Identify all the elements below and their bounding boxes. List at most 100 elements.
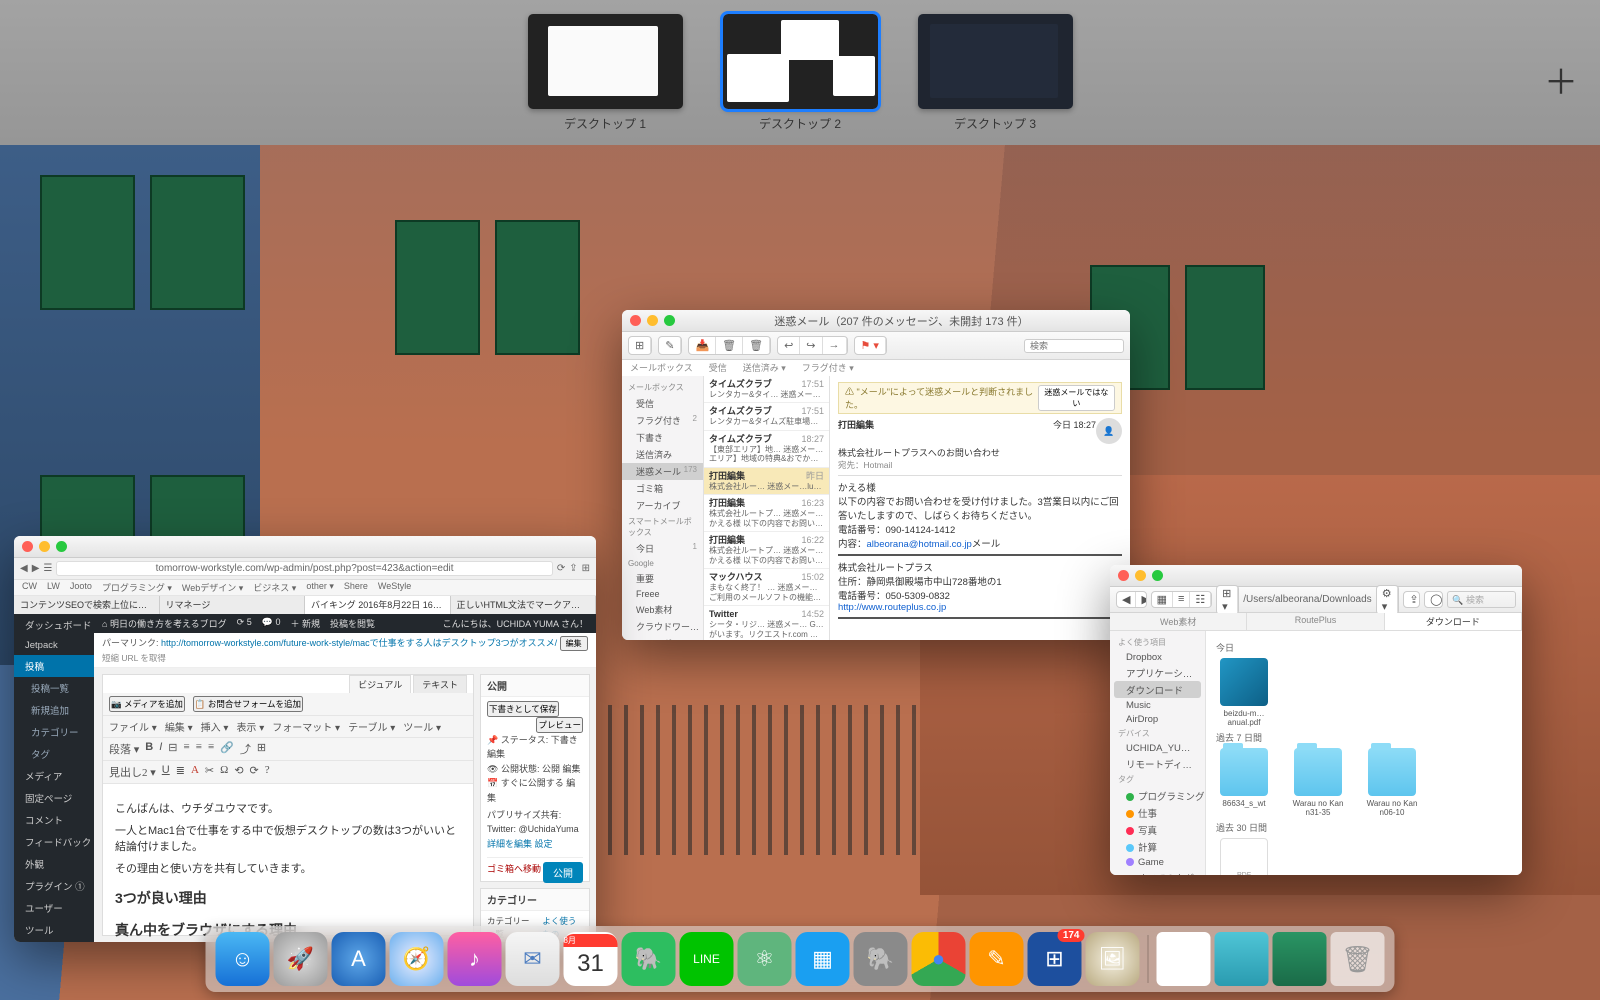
mail-titlebar[interactable]: 迷惑メール（207 件のメッセージ、未開封 173 件） xyxy=(622,310,1130,332)
dock-app-chrome[interactable]: ● xyxy=(912,932,966,986)
wp-sidebar-item[interactable]: フィードバック xyxy=(14,831,94,853)
editor-tab-text[interactable]: テキスト xyxy=(413,675,467,693)
wp-sidebar-item[interactable]: 投稿一覧 xyxy=(14,677,94,699)
permalink-edit-button[interactable]: 編集 xyxy=(560,636,588,651)
mailbox-item[interactable]: 送信済み xyxy=(622,446,703,463)
close-icon[interactable] xyxy=(630,315,641,326)
add-form-button[interactable]: 📋 お問合せフォームを追加 xyxy=(193,696,303,712)
dock-app-itunes[interactable]: ♪ xyxy=(448,932,502,986)
dock-app-line[interactable]: LINE xyxy=(680,932,734,986)
mail-scope-sent[interactable]: 送信済み ▾ xyxy=(743,361,786,375)
mailbox-item[interactable]: Web素材 xyxy=(622,601,703,618)
mail-get-button[interactable]: ⊞ xyxy=(628,336,652,355)
dock-app-mail[interactable]: ✉ xyxy=(506,932,560,986)
bookmark-bar[interactable]: CWLWJootoプログラミング ▾Webデザイン ▾ビジネス ▾other ▾… xyxy=(14,580,596,596)
finder-tag-item[interactable]: 写真 xyxy=(1110,821,1205,838)
dock-app-mamp[interactable]: 🐘 xyxy=(854,932,908,986)
finder-sidebar-item[interactable]: ダウンロード xyxy=(1114,681,1201,698)
zoom-icon[interactable] xyxy=(664,315,675,326)
desktop-thumb-2[interactable]: デスクトップ 2 xyxy=(723,14,878,132)
finder-tags-button[interactable]: ◯ xyxy=(1424,591,1443,608)
bookmark-item[interactable]: Webデザイン ▾ xyxy=(182,581,243,594)
preview-button[interactable]: プレビュー xyxy=(536,717,583,733)
forward-icon[interactable]: ▶ xyxy=(32,563,40,574)
trash-link[interactable]: ゴミ箱へ移動 xyxy=(487,864,541,874)
dock-app-edge-app[interactable]: ⊞174 xyxy=(1028,932,1082,986)
wp-sidebar-item[interactable]: コメント xyxy=(14,809,94,831)
mail-scope-inbox[interactable]: 受信 xyxy=(709,361,727,375)
wp-sidebar-item[interactable]: プラグイン ① xyxy=(14,875,94,897)
mailbox-item[interactable]: Freee xyxy=(622,587,703,601)
finder-sidebar-item[interactable]: UCHIDA_YU… xyxy=(1110,741,1205,755)
finder-action-button[interactable]: ⚙ ▾ xyxy=(1376,585,1400,615)
bookmark-item[interactable]: LW xyxy=(47,581,60,594)
mailbox-item[interactable]: メルマガ xyxy=(622,635,703,640)
wp-sidebar-item[interactable]: ユーザー xyxy=(14,897,94,919)
zoom-icon[interactable] xyxy=(1152,570,1163,581)
dock-app-evernote[interactable]: 🐘 xyxy=(622,932,676,986)
browser-tab[interactable]: リマネージ xyxy=(160,596,306,614)
minimize-icon[interactable] xyxy=(39,541,50,552)
editor-menu[interactable]: 表示 ▾ xyxy=(236,719,264,734)
mail-message-row[interactable]: Twitter14:52 シータ・リジ… 迷惑メー… Googleがいます。リク… xyxy=(704,606,829,640)
publish-button[interactable]: 公開 xyxy=(543,862,583,883)
finder-file[interactable]: Warau no Kan n06-10 xyxy=(1364,748,1420,817)
mail-flag-button[interactable]: ⚑ ▾ xyxy=(854,336,887,355)
finder-tag-item[interactable]: 計算 xyxy=(1110,838,1205,855)
finder-sidebar-item[interactable]: Music xyxy=(1110,698,1205,712)
wp-sidebar-item[interactable]: ツール xyxy=(14,919,94,941)
finder-sidebar-item[interactable]: リモートディ… xyxy=(1110,755,1205,772)
editor-menu[interactable]: 編集 ▾ xyxy=(165,719,193,734)
dock-item-doc1[interactable] xyxy=(1157,932,1211,986)
mail-search-input[interactable] xyxy=(1024,339,1124,353)
finder-main[interactable]: 今日 beizdu-m…anual.pdf 過去 7 日間 86634_s_wt… xyxy=(1206,631,1522,875)
dock-app-keynote[interactable]: ▦ xyxy=(796,932,850,986)
editor-menu[interactable]: テーブル ▾ xyxy=(348,719,395,734)
dock-app-calendar[interactable]: 8月31 xyxy=(564,932,618,986)
share-icon[interactable]: ⇪ xyxy=(569,563,577,574)
dock-item-trash[interactable]: 🗑 xyxy=(1331,932,1385,986)
mail-archive-buttons[interactable]: 📥🗑🗑 xyxy=(688,336,771,355)
mailbox-item[interactable]: 下書き xyxy=(622,429,703,446)
browser-tab[interactable]: バイキング 2016年8月22日 160822 - Y… xyxy=(305,596,451,614)
reload-icon[interactable]: ⟳ xyxy=(557,563,565,574)
bookmark-item[interactable]: ビジネス ▾ xyxy=(253,581,296,594)
browser-tab[interactable]: 正しいHTML文法でマークアップ｜見出しタグ… xyxy=(451,596,597,614)
wp-sidebar-item[interactable]: 投稿 xyxy=(14,655,94,677)
finder-tag-item[interactable]: 仕事 xyxy=(1110,804,1205,821)
not-junk-button[interactable]: 迷惑メールではない xyxy=(1038,385,1115,411)
mailbox-item[interactable]: ゴミ箱 xyxy=(622,480,703,497)
wp-sidebar-item[interactable]: ダッシュボード xyxy=(14,614,94,636)
mail-message-row[interactable]: 打田編集16:23 株式会社ルートプ… 迷惑メー…lue.co.jpかえる様 以… xyxy=(704,495,829,532)
finder-tab-1[interactable]: Web素材 xyxy=(1110,613,1247,630)
wp-sidebar-item[interactable]: 新規追加 xyxy=(14,699,94,721)
save-draft-button[interactable]: 下書きとして保存 xyxy=(487,701,559,717)
minimize-icon[interactable] xyxy=(647,315,658,326)
desktop-thumb-3[interactable]: デスクトップ 3 xyxy=(918,14,1073,132)
browser-tab[interactable]: コンテンツSEOで検索上位にあったコンテン… xyxy=(14,596,160,614)
finder-sidebar-item[interactable]: アプリケーシ… xyxy=(1110,664,1205,681)
finder-tag-item[interactable]: プログラミング xyxy=(1110,787,1205,804)
wp-sidebar-item[interactable]: メディア xyxy=(14,765,94,787)
bookmark-item[interactable]: Shere xyxy=(344,581,368,594)
dock-app-preview[interactable]: 🖼 xyxy=(1086,932,1140,986)
dock-item-doc2[interactable] xyxy=(1215,932,1269,986)
back-icon[interactable]: ◀ xyxy=(20,563,28,574)
finder-share-button[interactable]: ⇪ xyxy=(1403,591,1420,608)
browser-titlebar[interactable] xyxy=(14,536,596,558)
editor-format-bar-2[interactable]: 見出し2 ▾U≣A✂Ω⟲⟳? xyxy=(103,761,473,784)
finder-file[interactable]: Warau no Kan n31-35 xyxy=(1290,748,1346,817)
mail-message-row[interactable]: タイムズクラブ18:27 【東部エリア】地… 迷惑メー… Googleエリア】地… xyxy=(704,431,829,468)
wp-sidebar-item[interactable]: 設定 xyxy=(14,941,94,942)
wp-sidebar-item[interactable]: タグ xyxy=(14,743,94,765)
mailbox-item[interactable]: 迷惑メール173 xyxy=(622,463,703,480)
editor-format-bar[interactable]: 段落 ▾BI⊟≡≡≡🔗⤴⊞ xyxy=(103,738,473,761)
close-icon[interactable] xyxy=(22,541,33,552)
finder-nav-buttons[interactable]: ◀▶ xyxy=(1116,591,1147,608)
editor-tab-visual[interactable]: ビジュアル xyxy=(349,675,411,693)
mail-window[interactable]: 迷惑メール（207 件のメッセージ、未開封 173 件） ⊞ ✎ 📥🗑🗑 ↩↪→… xyxy=(622,310,1130,640)
mailbox-item[interactable]: フラグ付き2 xyxy=(622,412,703,429)
permalink-link[interactable]: http://tomorrow-workstyle.com/future-wor… xyxy=(161,638,557,648)
wp-sidebar-item[interactable]: Jetpack xyxy=(14,636,94,655)
editor-menu[interactable]: フォーマット ▾ xyxy=(272,719,340,734)
